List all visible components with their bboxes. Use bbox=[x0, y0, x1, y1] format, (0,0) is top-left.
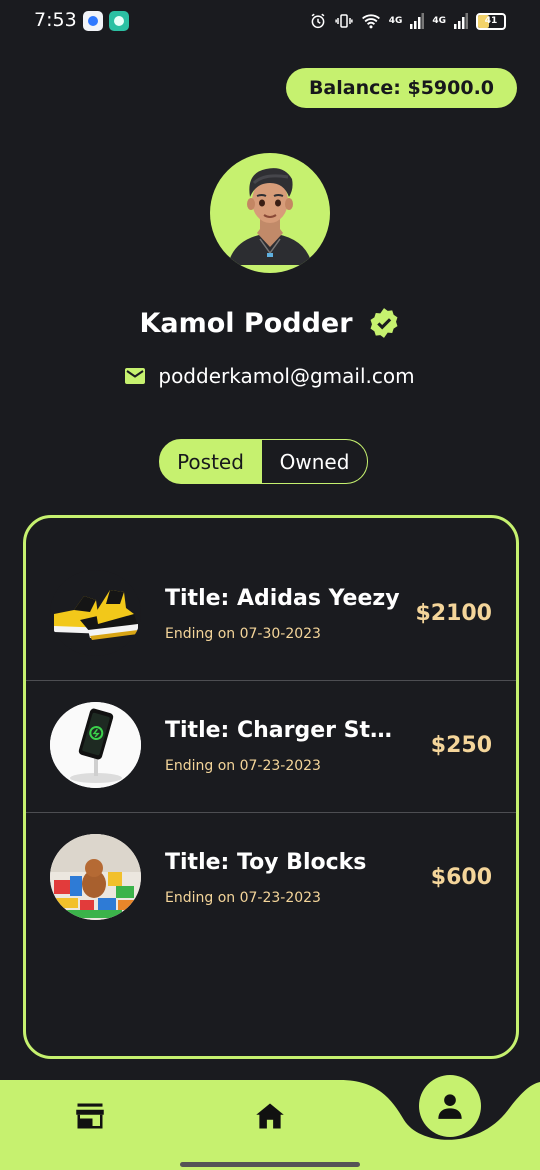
nav-profile-button[interactable] bbox=[419, 1075, 481, 1137]
vibrate-icon bbox=[335, 14, 353, 28]
profile-name: Kamol Podder bbox=[139, 307, 353, 339]
system-icons: 4G 4G 41 bbox=[309, 10, 506, 32]
signal-icon-2 bbox=[454, 13, 468, 29]
tab-posted[interactable]: Posted bbox=[159, 439, 262, 484]
item-price: $600 bbox=[430, 865, 492, 890]
battery-icon: 41 bbox=[476, 12, 506, 30]
item-price: $250 bbox=[430, 733, 492, 758]
battery-level: 41 bbox=[484, 15, 498, 26]
network-label-1: 4G bbox=[388, 15, 403, 26]
home-indicator[interactable] bbox=[180, 1162, 360, 1167]
email-row: podderkamol@gmail.com bbox=[0, 364, 540, 388]
item-title: Title: Toy Blocks bbox=[165, 850, 367, 875]
item-thumbnail bbox=[50, 834, 141, 920]
avatar bbox=[210, 153, 330, 273]
item-thumbnail bbox=[50, 702, 141, 788]
profile-name-row: Kamol Podder bbox=[0, 306, 540, 340]
list-item[interactable]: Title: Toy Blocks Ending on 07-23-2023 $… bbox=[26, 813, 516, 944]
person-icon bbox=[438, 1094, 462, 1119]
mail-icon bbox=[125, 368, 146, 384]
item-ending-date: Ending on 07-30-2023 bbox=[165, 626, 321, 642]
charger-image bbox=[50, 702, 141, 788]
home-icon bbox=[256, 1103, 284, 1129]
notification-app-icon bbox=[83, 11, 103, 31]
chat-app-icon bbox=[109, 11, 129, 31]
store-icon bbox=[76, 1103, 104, 1129]
list-item[interactable]: Title: Adidas Yeezy Ending on 07-30-2023… bbox=[26, 549, 516, 680]
item-ending-date: Ending on 07-23-2023 bbox=[165, 758, 321, 774]
items-card: Title: Adidas Yeezy Ending on 07-30-2023… bbox=[23, 515, 519, 1059]
verified-badge-icon bbox=[370, 308, 398, 338]
item-title: Title: Charger Sta... bbox=[165, 718, 403, 743]
bottom-navigation bbox=[0, 1075, 540, 1170]
nav-home-button[interactable] bbox=[252, 1098, 288, 1134]
item-ending-date: Ending on 07-23-2023 bbox=[165, 890, 321, 906]
tab-owned[interactable]: Owned bbox=[262, 439, 368, 484]
status-bar: 7:53 4G 4G 41 bbox=[0, 0, 540, 42]
profile-email: podderkamol@gmail.com bbox=[158, 364, 415, 388]
avatar-illustration bbox=[228, 168, 312, 265]
balance-badge: Balance: $5900.0 bbox=[286, 68, 517, 108]
nav-store-button[interactable] bbox=[72, 1098, 108, 1134]
item-title: Title: Adidas Yeezy bbox=[165, 586, 400, 611]
sneaker-image bbox=[50, 570, 141, 656]
tab-switcher: Posted Owned bbox=[159, 439, 368, 484]
item-price: $2100 bbox=[415, 601, 492, 626]
list-item[interactable]: Title: Charger Sta... Ending on 07-23-20… bbox=[26, 681, 516, 812]
signal-icon bbox=[410, 13, 425, 29]
wifi-icon bbox=[361, 14, 380, 29]
toy-blocks-image bbox=[50, 834, 141, 920]
item-thumbnail bbox=[50, 570, 141, 656]
status-time: 7:53 bbox=[34, 9, 77, 31]
alarm-icon bbox=[311, 13, 325, 29]
network-label-2: 4G bbox=[432, 15, 446, 26]
